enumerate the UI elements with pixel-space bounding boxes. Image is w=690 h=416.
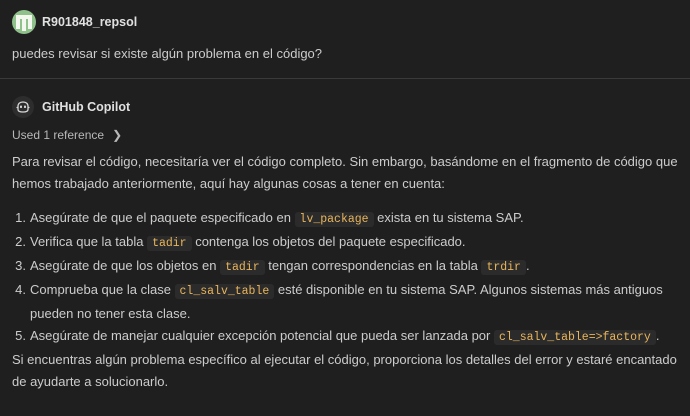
user-avatar: [12, 10, 36, 34]
references-label: Used 1 reference: [12, 128, 105, 142]
response-outro: Si encuentras algún problema específico …: [12, 352, 677, 389]
item-text-part: .: [655, 328, 660, 343]
list-item-text: Asegúrate de manejar cualquier excepción…: [26, 325, 659, 349]
inline-code: tadir: [147, 236, 192, 251]
assistant-header: GitHub Copilot: [12, 96, 130, 118]
list-item: 2. Verifica que la tabla tadir contenga …: [12, 231, 684, 255]
inline-code: cl_salv_table=>factory: [493, 330, 656, 345]
list-item-number: 5.: [15, 328, 26, 343]
item-text-part: .: [525, 258, 530, 273]
item-text-part: Comprueba que la clase: [30, 282, 175, 297]
list-item: 1. Asegúrate de que el paquete especific…: [12, 207, 684, 231]
inline-code: cl_salv_table: [174, 284, 275, 299]
list-item: 4. Comprueba que la clase cl_salv_table …: [12, 279, 684, 325]
user-message: puedes revisar si existe algún problema …: [12, 46, 323, 61]
list-item-number: 3.: [15, 258, 26, 273]
chevron-right-icon: ❯: [112, 128, 123, 142]
response-intro: Para revisar el código, necesitaría ver …: [12, 154, 678, 191]
list-item-number: 2.: [15, 234, 26, 249]
user-name: R901848_repsol: [42, 15, 138, 29]
user-header: R901848_repsol: [12, 10, 137, 34]
inline-code: tadir: [220, 260, 265, 275]
list-item-text: Comprueba que la clase cl_salv_table est…: [26, 279, 684, 325]
item-text-part: tengan correspondencias en la tabla: [264, 258, 482, 273]
assistant-name: GitHub Copilot: [42, 100, 131, 114]
references-toggle[interactable]: Used 1 reference ❯: [12, 128, 122, 142]
suggestions-list: 1. Asegúrate de que el paquete especific…: [12, 207, 684, 349]
item-text-part: exista en tu sistema SAP.: [373, 210, 524, 225]
copilot-icon: [12, 96, 34, 118]
item-text-part: Asegúrate de que el paquete especificado…: [30, 210, 295, 225]
inline-code: lv_package: [294, 212, 374, 227]
item-text-part: contenga los objetos del paquete especif…: [191, 234, 466, 249]
list-item-text: Asegúrate de que los objetos en tadir te…: [26, 255, 530, 279]
list-item-text: Asegúrate de que el paquete especificado…: [26, 207, 524, 231]
inline-code: trdir: [481, 260, 526, 275]
list-item: 3. Asegúrate de que los objetos en tadir…: [12, 255, 684, 279]
item-text-part: Asegúrate de manejar cualquier excepción…: [30, 328, 494, 343]
item-text-part: Asegúrate de que los objetos en: [30, 258, 221, 273]
list-item-number: 4.: [15, 282, 26, 297]
list-item-text: Verifica que la tabla tadir contenga los…: [26, 231, 466, 255]
list-item: 5. Asegúrate de manejar cualquier excepc…: [12, 325, 684, 349]
list-item-number: 1.: [15, 210, 26, 225]
message-divider: [0, 78, 690, 79]
item-text-part: Verifica que la tabla: [30, 234, 148, 249]
